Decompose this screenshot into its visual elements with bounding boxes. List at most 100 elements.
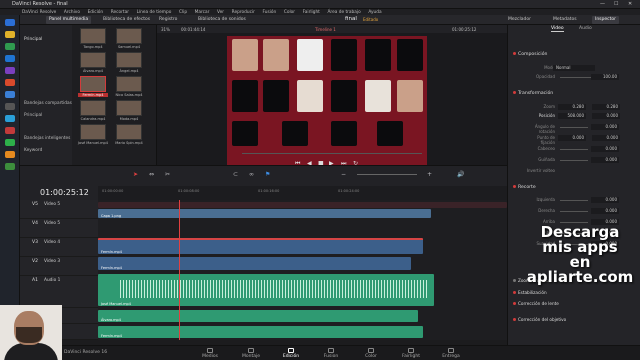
timeline-clip-v2[interactable]: Fermín.mp4 [98, 257, 411, 270]
mode-select[interactable]: Normal [553, 65, 595, 71]
lens-section[interactable]: Corrección de lente [513, 301, 559, 306]
media-thumbnail[interactable] [116, 124, 142, 140]
crop-left-slider[interactable] [560, 200, 588, 201]
app-icon[interactable] [5, 163, 15, 170]
effects-library-button[interactable]: Biblioteca de efectos [100, 16, 153, 24]
selection-tool-icon[interactable]: ➤ [133, 171, 138, 178]
page-cut[interactable]: Montaje [231, 348, 271, 359]
pitch-slider[interactable] [560, 149, 588, 150]
media-thumbnail[interactable] [116, 76, 142, 92]
trim-tool-icon[interactable]: ⇔ [149, 171, 154, 178]
stabilization-section[interactable]: Estabilización [513, 290, 547, 295]
app-icon[interactable] [5, 79, 15, 86]
media-thumbnail[interactable] [80, 52, 106, 68]
maximize-icon[interactable]: ☐ [614, 1, 618, 7]
app-icon[interactable] [5, 151, 15, 158]
playhead[interactable] [179, 200, 180, 340]
flag-icon[interactable]: ⚑ [265, 171, 270, 178]
timeline-clip-v3[interactable]: Fermín.mp4 [98, 238, 423, 254]
index-button[interactable]: Registro [156, 16, 180, 24]
tab-video[interactable]: Video [551, 26, 564, 32]
track-header-v3[interactable]: V3 Video 4 [20, 238, 98, 257]
crop-right-field[interactable]: 0.000 [591, 208, 619, 214]
zoom-minus-icon[interactable]: − [341, 171, 346, 178]
timeline-clip-a2[interactable]: Álvaro.mp4 [98, 310, 418, 322]
timeline-clip-a3[interactable]: Fermín.mp4 [98, 326, 423, 338]
inspector-button[interactable]: Inspector [592, 16, 619, 24]
track-header-a1[interactable]: A1 Audio 1 [20, 276, 98, 308]
master-bin-2[interactable]: Principal [24, 113, 42, 118]
opacity-slider[interactable] [560, 77, 592, 78]
minimize-icon[interactable]: — [600, 1, 605, 7]
rotation-slider[interactable] [560, 127, 588, 128]
metadata-button[interactable]: Metadatos [550, 16, 580, 24]
folder-icon[interactable] [5, 31, 15, 38]
media-thumbnail[interactable] [80, 124, 106, 140]
media-thumbnail[interactable] [80, 100, 106, 116]
media-pool-button[interactable]: Panel multimedia [46, 16, 92, 24]
timeline-ruler[interactable]: 01:00:00:00 01:00:08:00 01:00:16:00 01:0… [98, 186, 507, 201]
track-header-v5[interactable]: V5 Video 5 [20, 200, 98, 219]
media-thumbnail[interactable] [116, 52, 142, 68]
media-thumbnail[interactable] [116, 28, 142, 44]
track-header-v4[interactable]: V4 Video 5 [20, 219, 98, 238]
windows-start-icon[interactable] [5, 19, 15, 26]
anchor-x-field[interactable]: 0.000 [558, 135, 586, 141]
anchor-y-field[interactable]: 0.000 [592, 135, 620, 141]
timeline-zoom-slider[interactable] [357, 174, 417, 175]
master-bin[interactable]: Principal [24, 37, 42, 42]
crop-left-field[interactable]: 0.000 [591, 197, 619, 203]
whatsapp-icon[interactable] [5, 139, 15, 146]
resolve-icon[interactable] [5, 103, 15, 110]
transform-section[interactable]: Transformación [513, 91, 553, 96]
mixer-button[interactable]: Mezclador [505, 16, 534, 24]
page-media[interactable]: Medios [190, 348, 230, 359]
app-icon[interactable] [5, 127, 15, 134]
position-x-field[interactable]: 508.000 [558, 113, 586, 119]
rotation-field[interactable]: 0.000 [591, 124, 619, 130]
track-header-v2[interactable]: V2 Video 3 [20, 257, 98, 276]
retime-section[interactable]: Corrección del objetivo [513, 317, 566, 322]
yaw-field[interactable]: 0.000 [591, 157, 619, 163]
app-icon[interactable] [5, 67, 15, 74]
close-icon[interactable]: ✕ [628, 1, 632, 7]
keyword-bin[interactable]: Keyword [24, 148, 42, 153]
page-edit[interactable]: Edición [271, 348, 311, 359]
tab-audio[interactable]: Audio [579, 26, 592, 31]
zoom-y-field[interactable]: 0.280 [592, 104, 620, 110]
title-clip-track[interactable] [98, 202, 507, 208]
blade-tool-icon[interactable]: ✂ [165, 171, 170, 178]
zoom-level[interactable]: 31% [161, 27, 170, 32]
timeline-clip-a1[interactable]: José Manuel.mp4 [98, 274, 434, 306]
position-y-field[interactable]: 0.000 [592, 113, 620, 119]
app-icon[interactable] [5, 91, 15, 98]
page-deliver[interactable]: Entrega [431, 348, 471, 359]
viewer-scrubber[interactable] [242, 153, 422, 154]
media-thumbnail[interactable] [116, 100, 142, 116]
chrome-icon[interactable] [5, 43, 15, 50]
crop-section[interactable]: Recorte [513, 185, 536, 190]
timeline-name[interactable]: Timeline 1 [315, 27, 336, 32]
volume-icon[interactable]: 🔊 [457, 171, 464, 178]
media-thumbnail-selected[interactable] [80, 76, 106, 92]
page-fusion[interactable]: Fusion [311, 348, 351, 359]
snap-icon[interactable]: ⊂ [233, 171, 238, 178]
media-thumbnail[interactable] [80, 28, 106, 44]
edge-icon[interactable] [5, 55, 15, 62]
page-color[interactable]: Color [351, 348, 391, 359]
yaw-slider[interactable] [560, 160, 588, 161]
pitch-field[interactable]: 0.000 [591, 146, 619, 152]
page-fairlight[interactable]: Fairlight [391, 348, 431, 359]
zoom-plus-icon[interactable]: + [427, 171, 432, 178]
opacity-field[interactable]: 100.00 [591, 74, 619, 80]
zoom-x-field[interactable]: 0.280 [558, 104, 586, 110]
app-icon[interactable] [5, 115, 15, 122]
sound-library-button[interactable]: Biblioteca de sonidos [195, 16, 249, 24]
composite-section[interactable]: Composición [513, 52, 547, 57]
crop-right-slider[interactable] [560, 211, 588, 212]
timeline-clip-v5[interactable]: Capa 1.png [98, 209, 431, 218]
video-canvas[interactable] [227, 36, 427, 171]
media-label: Mario Spin.mp4 [115, 141, 143, 145]
video-frame [232, 121, 258, 146]
link-icon[interactable]: ∞ [249, 171, 254, 178]
